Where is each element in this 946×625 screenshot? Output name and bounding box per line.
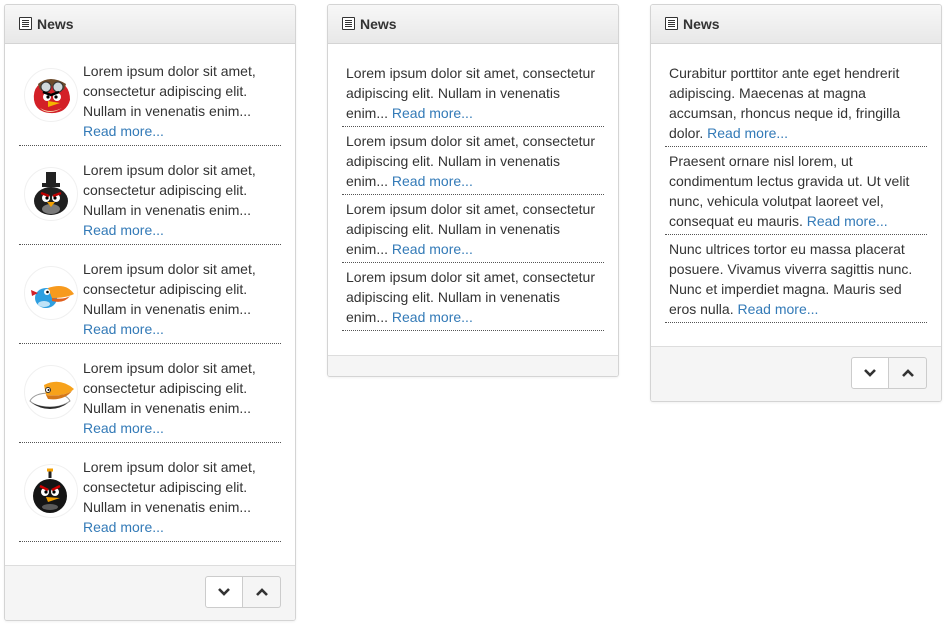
list-item: Lorem ipsum dolor sit amet, consectetur … — [342, 263, 604, 331]
list-item: Lorem ipsum dolor sit amet, consectetur … — [19, 443, 281, 542]
news-panel-1: News Lorem ipsum dolor sit amet, consect… — [4, 4, 296, 621]
news-text: Lorem ipsum dolor sit amet, consectetur … — [83, 63, 256, 119]
white-egg-bird-icon — [24, 365, 78, 419]
list-alt-icon — [342, 17, 355, 30]
red-pilot-bird-icon — [24, 68, 78, 122]
news-text: Lorem ipsum dolor sit amet, consectetur … — [83, 162, 256, 218]
news-list: Lorem ipsum dolor sit amet, consectetur … — [328, 44, 618, 331]
black-bomb-bird-icon — [24, 464, 78, 518]
list-item: Lorem ipsum dolor sit amet, consectetur … — [19, 47, 281, 146]
chevron-up-icon — [255, 588, 268, 596]
panel-heading: News — [651, 5, 941, 44]
read-more-link[interactable]: Read more... — [392, 309, 473, 325]
news-text: Lorem ipsum dolor sit amet, consectetur … — [83, 459, 256, 515]
scroll-down-button[interactable] — [205, 576, 243, 608]
list-item: Lorem ipsum dolor sit amet, consectetur … — [342, 127, 604, 195]
scroll-button-group — [851, 357, 927, 389]
panel-footer — [651, 346, 941, 401]
scroll-down-button[interactable] — [851, 357, 889, 389]
read-more-link[interactable]: Read more... — [392, 173, 473, 189]
news-panel-3: News Curabitur porttitor ante eget hendr… — [650, 4, 942, 402]
chevron-down-icon — [864, 369, 876, 377]
scroll-up-button[interactable] — [889, 357, 927, 389]
read-more-link[interactable]: Read more... — [83, 321, 164, 337]
list-item: Praesent ornare nisl lorem, ut condiment… — [665, 147, 927, 235]
panel-footer — [5, 565, 295, 620]
news-text: Lorem ipsum dolor sit amet, consectetur … — [83, 261, 256, 317]
panel-title: News — [360, 16, 397, 32]
black-hat-bird-icon — [24, 167, 78, 221]
panel-heading: News — [5, 5, 295, 44]
chevron-down-icon — [218, 588, 230, 596]
panel-title: News — [683, 16, 720, 32]
list-item: Lorem ipsum dolor sit amet, consectetur … — [342, 63, 604, 127]
panel-title: News — [37, 16, 74, 32]
chevron-up-icon — [901, 369, 914, 377]
list-item: Nunc ultrices tortor eu massa placerat p… — [665, 235, 927, 323]
read-more-link[interactable]: Read more... — [392, 105, 473, 121]
read-more-link[interactable]: Read more... — [83, 420, 164, 436]
list-item: Lorem ipsum dolor sit amet, consectetur … — [19, 245, 281, 344]
list-alt-icon — [19, 17, 32, 30]
list-item: Curabitur porttitor ante eget hendrerit … — [665, 63, 927, 147]
panel-heading: News — [328, 5, 618, 44]
read-more-link[interactable]: Read more... — [707, 125, 788, 141]
read-more-link[interactable]: Read more... — [83, 222, 164, 238]
list-alt-icon — [665, 17, 678, 30]
read-more-link[interactable]: Read more... — [83, 519, 164, 535]
read-more-link[interactable]: Read more... — [737, 301, 818, 317]
list-item: Lorem ipsum dolor sit amet, consectetur … — [19, 344, 281, 443]
read-more-link[interactable]: Read more... — [392, 241, 473, 257]
blue-toucan-bird-icon — [24, 266, 78, 320]
news-text: Lorem ipsum dolor sit amet, consectetur … — [83, 360, 256, 416]
news-list: Lorem ipsum dolor sit amet, consectetur … — [5, 44, 295, 542]
list-item: Lorem ipsum dolor sit amet, consectetur … — [342, 195, 604, 263]
news-panel-2: News Lorem ipsum dolor sit amet, consect… — [327, 4, 619, 377]
list-item: Lorem ipsum dolor sit amet, consectetur … — [19, 146, 281, 245]
read-more-link[interactable]: Read more... — [83, 123, 164, 139]
read-more-link[interactable]: Read more... — [807, 213, 888, 229]
panel-footer — [328, 355, 618, 376]
news-list: Curabitur porttitor ante eget hendrerit … — [651, 44, 941, 323]
scroll-up-button[interactable] — [243, 576, 281, 608]
scroll-button-group — [205, 576, 281, 608]
